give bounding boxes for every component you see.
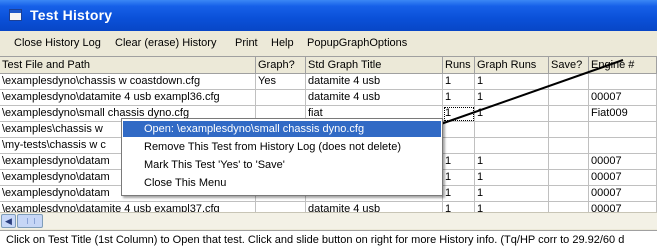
engine-cell: 00007: [589, 186, 657, 202]
graph-runs-cell: 1: [475, 90, 549, 106]
horizontal-scrollbar[interactable]: ◀: [0, 212, 657, 229]
save-cell: [549, 186, 589, 202]
graph-runs-cell: [475, 138, 549, 154]
engine-cell: Fiat009: [589, 106, 657, 122]
save-cell: [549, 106, 589, 122]
graph-runs-cell: 1: [475, 202, 549, 212]
runs-cell: 1: [443, 154, 475, 170]
table-row[interactable]: \examplesdyno\datamite 4 usb exampl36.cf…: [0, 90, 657, 106]
context-menu-mark-save[interactable]: Mark This Test 'Yes' to 'Save': [123, 157, 441, 173]
save-cell: [549, 170, 589, 186]
test-file-cell[interactable]: \examplesdyno\datamite 4 usb exampl36.cf…: [0, 90, 256, 106]
table-row[interactable]: \examplesdyno\chassis w coastdown.cfg Yes…: [0, 74, 657, 90]
column-header-test-file[interactable]: Test File and Path: [0, 57, 256, 74]
save-cell: [549, 122, 589, 138]
engine-cell: [589, 138, 657, 154]
std-graph-title-cell: datamite 4 usb: [306, 74, 443, 90]
graph-runs-cell: 1: [475, 74, 549, 90]
context-menu: Open: \examplesdyno\small chassis dyno.c…: [121, 118, 443, 196]
save-cell: [549, 138, 589, 154]
engine-cell: 00007: [589, 90, 657, 106]
runs-cell: [443, 122, 475, 138]
table-row[interactable]: \examplesdyno\datamite 4 usb exampl37.cf…: [0, 202, 657, 212]
column-header-graph-runs[interactable]: Graph Runs: [475, 57, 549, 74]
title-bar[interactable]: Test History: [0, 0, 657, 31]
runs-cell: 1: [443, 202, 475, 212]
menu-popup-graph-options[interactable]: PopupGraphOptions: [307, 37, 407, 49]
menu-close-history-log[interactable]: Close History Log: [14, 37, 101, 49]
test-history-window: Test History Close History Log Clear (er…: [0, 0, 657, 248]
engine-cell: [589, 122, 657, 138]
graph-runs-cell: 1: [475, 170, 549, 186]
engine-cell: [589, 74, 657, 90]
runs-cell: 1: [443, 170, 475, 186]
context-menu-remove-test[interactable]: Remove This Test from History Log (does …: [123, 139, 441, 155]
graph-cell: [256, 202, 306, 212]
column-header-save[interactable]: Save?: [549, 57, 589, 74]
runs-cell: 1: [443, 106, 475, 122]
engine-cell: 00007: [589, 154, 657, 170]
column-header-runs[interactable]: Runs: [443, 57, 475, 74]
runs-cell: 1: [443, 186, 475, 202]
runs-cell: 1: [443, 90, 475, 106]
window-title: Test History: [30, 7, 113, 23]
test-file-cell[interactable]: \examplesdyno\chassis w coastdown.cfg: [0, 74, 256, 90]
menu-help[interactable]: Help: [271, 37, 294, 49]
test-file-cell[interactable]: \examplesdyno\datamite 4 usb exampl37.cf…: [0, 202, 256, 212]
save-cell: [549, 90, 589, 106]
menu-bar: Close History Log Clear (erase) History …: [0, 34, 657, 54]
save-cell: [549, 202, 589, 212]
scroll-thumb-grip[interactable]: [17, 214, 43, 228]
app-window-icon: [9, 9, 22, 21]
context-menu-open[interactable]: Open: \examplesdyno\small chassis dyno.c…: [123, 121, 441, 137]
engine-cell: 00007: [589, 170, 657, 186]
column-header-std-graph-title[interactable]: Std Graph Title: [306, 57, 443, 74]
engine-cell: 00007: [589, 202, 657, 212]
runs-cell: [443, 138, 475, 154]
arrow-left-icon[interactable]: ◀: [1, 214, 16, 228]
graph-runs-cell: 1: [475, 106, 549, 122]
runs-cell: 1: [443, 74, 475, 90]
menu-print[interactable]: Print: [235, 37, 258, 49]
save-cell: [549, 154, 589, 170]
graph-runs-cell: 1: [475, 186, 549, 202]
save-cell: [549, 74, 589, 90]
menu-clear-history[interactable]: Clear (erase) History: [115, 37, 216, 49]
graph-runs-cell: [475, 122, 549, 138]
column-header-engine[interactable]: Engine #: [589, 57, 657, 74]
std-graph-title-cell: datamite 4 usb: [306, 202, 443, 212]
status-bar: Click on Test Title (1st Column) to Open…: [0, 230, 657, 248]
graph-cell: [256, 90, 306, 106]
graph-runs-cell: 1: [475, 154, 549, 170]
column-header-graph[interactable]: Graph?: [256, 57, 306, 74]
std-graph-title-cell: datamite 4 usb: [306, 90, 443, 106]
context-menu-close[interactable]: Close This Menu: [123, 175, 441, 191]
graph-cell: Yes: [256, 74, 306, 90]
